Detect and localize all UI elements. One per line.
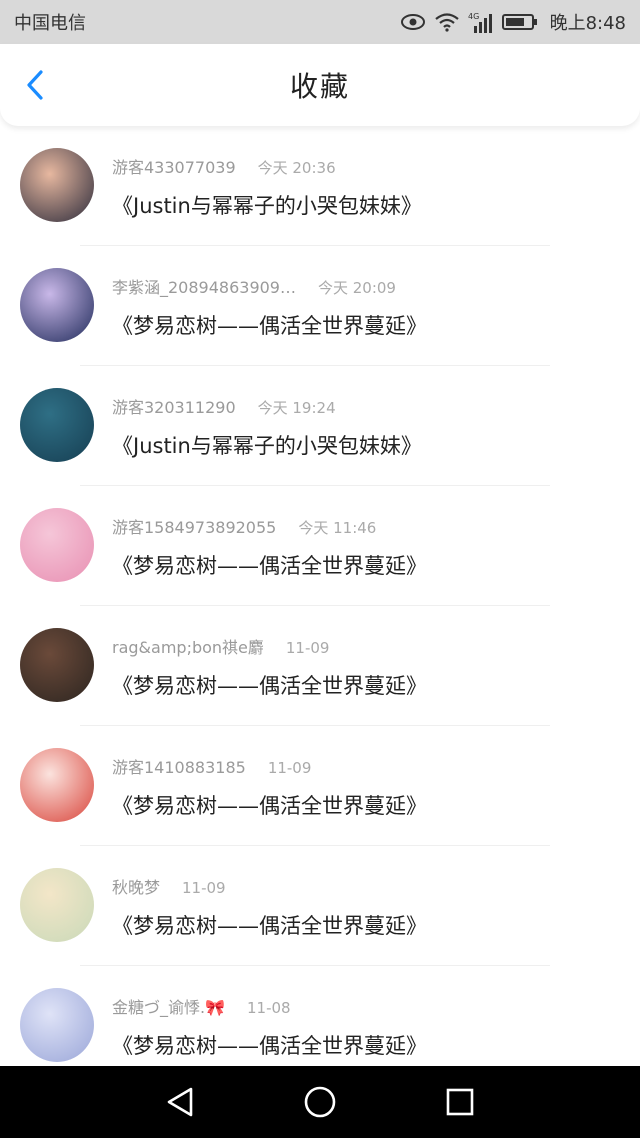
status-bar: 中国电信 4G 晚上8:48 [0,0,640,44]
avatar[interactable] [20,988,94,1062]
nav-home-button[interactable] [296,1078,344,1126]
favorites-list: 游客433077039 今天 20:36 《Justin与幂幂子的小哭包妹妹》 李紫涵… [0,126,640,1066]
book-title[interactable]: 《梦易恋树——偶活全世界蔓延》 [112,310,427,340]
navigation-bar [0,1066,640,1138]
list-item[interactable]: 游客320311290 今天 19:24 《Justin与幂幂子的小哭包妹妹》 [0,366,640,486]
circle-home-icon [304,1086,336,1118]
item-meta: rag&amp;bon祺e麝 11-09 [112,634,329,658]
avatar[interactable] [20,148,94,222]
page-header: 收藏 [0,44,640,126]
list-item[interactable]: 游客433077039 今天 20:36 《Justin与幂幂子的小哭包妹妹》 [0,126,640,246]
triangle-back-icon [167,1087,193,1117]
nav-recents-button[interactable] [436,1078,484,1126]
item-meta: 游客320311290 今天 19:24 [112,394,336,418]
book-title[interactable]: 《梦易恋树——偶活全世界蔓延》 [112,790,427,820]
book-title[interactable]: 《Justin与幂幂子的小哭包妹妹》 [112,190,422,220]
list-item[interactable]: 秋晚梦 11-09 《梦易恋树——偶活全世界蔓延》 [0,846,640,966]
book-title[interactable]: 《梦易恋树——偶活全世界蔓延》 [112,550,427,580]
network-type: 4G [468,12,479,21]
username: 游客15849738920​55 [112,518,277,537]
item-meta: 金糖づ_谕悸.🎀 11-08 [112,994,291,1018]
avatar[interactable] [20,508,94,582]
item-meta: 李紫涵_20894863909… 今天 20:09 [112,274,396,298]
eye-icon [400,14,425,30]
battery-icon [501,14,537,30]
timestamp: 11-09 [182,879,226,897]
carrier-name: 中国电信 [14,13,86,34]
timestamp: 11-08 [247,999,291,1017]
timestamp: 今天 19:24 [257,399,336,417]
page-title: 收藏 [289,70,350,103]
username: 游客433077039 [112,158,236,177]
list-item[interactable]: 游客1410883185 11-09 《梦易恋树——偶活全世界蔓延》 [0,726,640,846]
username: 游客1410883185 [112,758,246,777]
list-item[interactable]: rag&amp;bon祺e麝 11-09 《梦易恋树——偶活全世界蔓延》 [0,606,640,726]
timestamp: 11-09 [285,639,330,657]
username: 李紫涵_20894863909… [112,278,296,297]
square-recents-icon [446,1088,474,1116]
nav-back-button[interactable] [156,1078,204,1126]
avatar[interactable] [20,268,94,342]
avatar[interactable] [20,628,94,702]
wifi-icon [434,13,459,32]
status-icons: 4G 晚上8:48 [400,9,626,35]
timestamp: 11-09 [267,759,312,777]
back-button[interactable] [18,68,52,102]
username: rag&amp;bon祺e麝 [112,638,264,657]
book-title[interactable]: 《梦易恋树——偶活全世界蔓延》 [112,670,427,700]
book-title[interactable]: 《Justin与幂幂子的小哭包妹妹》 [112,430,422,460]
clock: 晚上8:48 [549,13,626,34]
username: 秋晚梦 [112,878,161,897]
chevron-left-icon [27,70,43,100]
signal-icon: 4G [468,12,492,33]
username: 游客320311290 [112,398,236,417]
book-title[interactable]: 《梦易恋树——偶活全世界蔓延》 [112,1030,427,1060]
avatar[interactable] [20,748,94,822]
timestamp: 今天 11:46 [298,519,377,537]
list-item[interactable]: 李紫涵_20894863909… 今天 20:09 《梦易恋树——偶活全世界蔓延》 [0,246,640,366]
item-meta: 游客433077039 今天 20:36 [112,154,336,178]
avatar[interactable] [20,868,94,942]
book-title[interactable]: 《梦易恋树——偶活全世界蔓延》 [112,910,427,940]
timestamp: 今天 20:36 [257,159,336,177]
item-meta: 秋晚梦 11-09 [112,874,226,898]
timestamp: 今天 20:09 [317,279,396,297]
list-item[interactable]: 游客15849738920​55 今天 11:46 《梦易恋树——偶活全世界蔓延》 [0,486,640,606]
list-item[interactable]: 金糖づ_谕悸.🎀 11-08 《梦易恋树——偶活全世界蔓延》 [0,966,640,1066]
avatar[interactable] [20,388,94,462]
item-meta: 游客1410883185 11-09 [112,754,311,778]
item-meta: 游客15849738920​55 今天 11:46 [112,514,376,538]
username: 金糖づ_谕悸.🎀 [112,998,226,1017]
